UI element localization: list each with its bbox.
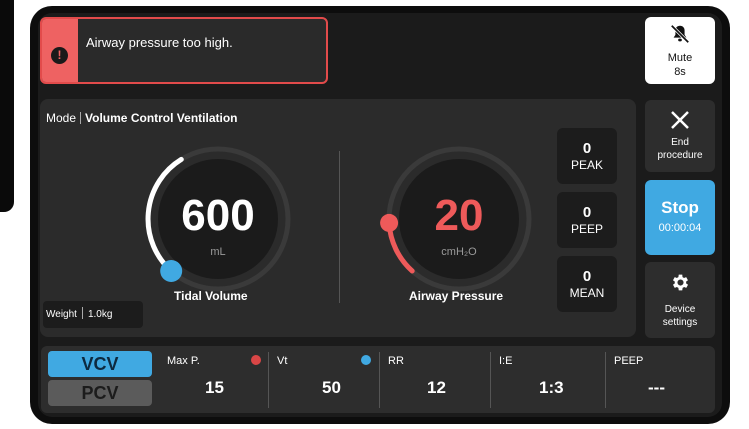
alert-icon: ! [51, 47, 68, 64]
mode-label: Mode [46, 111, 77, 125]
stat-peak-label: PEAK [570, 158, 603, 172]
bell-off-icon [670, 24, 690, 44]
vcv-mode-button[interactable]: VCV [48, 351, 152, 377]
rr-value: 12 [427, 378, 446, 397]
tidal-volume-value: 600 [181, 191, 255, 240]
weight-separator [81, 307, 83, 319]
mute-countdown: 8s [674, 66, 686, 78]
param-rr[interactable]: RR 12 [380, 346, 490, 413]
alarm-message: Airway pressure too high. [86, 35, 233, 50]
mode-value: Volume Control Ventilation [85, 111, 238, 125]
stat-peep-value: 0 [582, 204, 592, 221]
gear-icon [672, 274, 689, 291]
max-pressure-value: 15 [205, 378, 224, 397]
mute-label: Mute [667, 52, 693, 64]
airway-pressure-unit: cmH₂O [441, 246, 477, 258]
peep-value: --- [648, 378, 665, 397]
adjacent-device-edge [0, 0, 14, 212]
ventilator-screen: ! Airway pressure too high. Mute 8s Mode… [38, 13, 722, 417]
end-procedure-label-line1: End [671, 137, 689, 148]
peep-label: PEEP [614, 355, 644, 367]
max-pressure-label: Max P. [167, 355, 200, 367]
airway-pressure-title: Airway Pressure [409, 289, 504, 303]
stat-peak: 0 PEAK [557, 128, 617, 184]
parameter-bar: VCV PCV Max P. 15 Vt 50 RR 12 I:E 1:3 PE… [41, 346, 715, 413]
param-max-pressure[interactable]: Max P. 15 [159, 346, 267, 413]
mute-button[interactable]: Mute 8s [645, 17, 715, 84]
stop-button[interactable]: Stop 00:00:04 [645, 180, 715, 255]
vt-value: 50 [322, 378, 341, 397]
end-procedure-button[interactable]: End procedure [645, 100, 715, 172]
mode-separator [80, 112, 82, 124]
pcv-mode-button[interactable]: PCV [48, 380, 152, 406]
gauge-divider [339, 151, 340, 303]
end-procedure-label-line2: procedure [657, 150, 703, 161]
mode-indicator: Mode Volume Control Ventilation [46, 111, 237, 125]
ie-ratio-label: I:E [499, 355, 513, 367]
stat-mean-label: MEAN [569, 286, 605, 300]
stat-peep-label: PEEP [570, 222, 603, 236]
tidal-volume-title: Tidal Volume [174, 289, 248, 303]
device-settings-label-line2: settings [662, 317, 698, 328]
tidal-volume-gauge: 600 mL Tidal Volume [138, 139, 298, 303]
ie-ratio-value: 1:3 [539, 378, 564, 397]
device-settings-label-line1: Device [664, 304, 696, 315]
vt-label: Vt [277, 355, 288, 367]
vt-indicator [361, 355, 371, 365]
weight-indicator: Weight 1.0kg [43, 301, 143, 328]
alarm-banner[interactable]: ! Airway pressure too high. [40, 17, 328, 84]
param-peep[interactable]: PEEP --- [606, 346, 712, 413]
stat-mean-value: 0 [582, 268, 592, 285]
stat-peep: 0 PEEP [557, 192, 617, 248]
airway-pressure-gauge: 20 cmH₂O Airway Pressure [379, 139, 539, 303]
tidal-volume-knob[interactable] [160, 260, 183, 282]
weight-label: Weight [46, 309, 77, 320]
stat-mean: 0 MEAN [557, 256, 617, 312]
device-settings-label: Device settings [645, 303, 715, 329]
tidal-volume-unit: mL [210, 246, 226, 258]
airway-pressure-value: 20 [434, 191, 484, 240]
stop-label: Stop [661, 198, 699, 217]
close-icon [671, 111, 689, 129]
max-pressure-indicator [251, 355, 261, 365]
param-ie-ratio[interactable]: I:E 1:3 [491, 346, 601, 413]
stop-timer: 00:00:04 [658, 222, 702, 234]
rr-label: RR [388, 355, 404, 367]
device-settings-button[interactable]: Device settings [645, 262, 715, 338]
monitor-panel: Mode Volume Control Ventilation 600 mL Ti… [40, 99, 636, 337]
stat-peak-value: 0 [582, 140, 592, 157]
param-vt[interactable]: Vt 50 [269, 346, 379, 413]
weight-value: 1.0kg [87, 309, 113, 320]
end-procedure-label: End procedure [645, 136, 715, 162]
